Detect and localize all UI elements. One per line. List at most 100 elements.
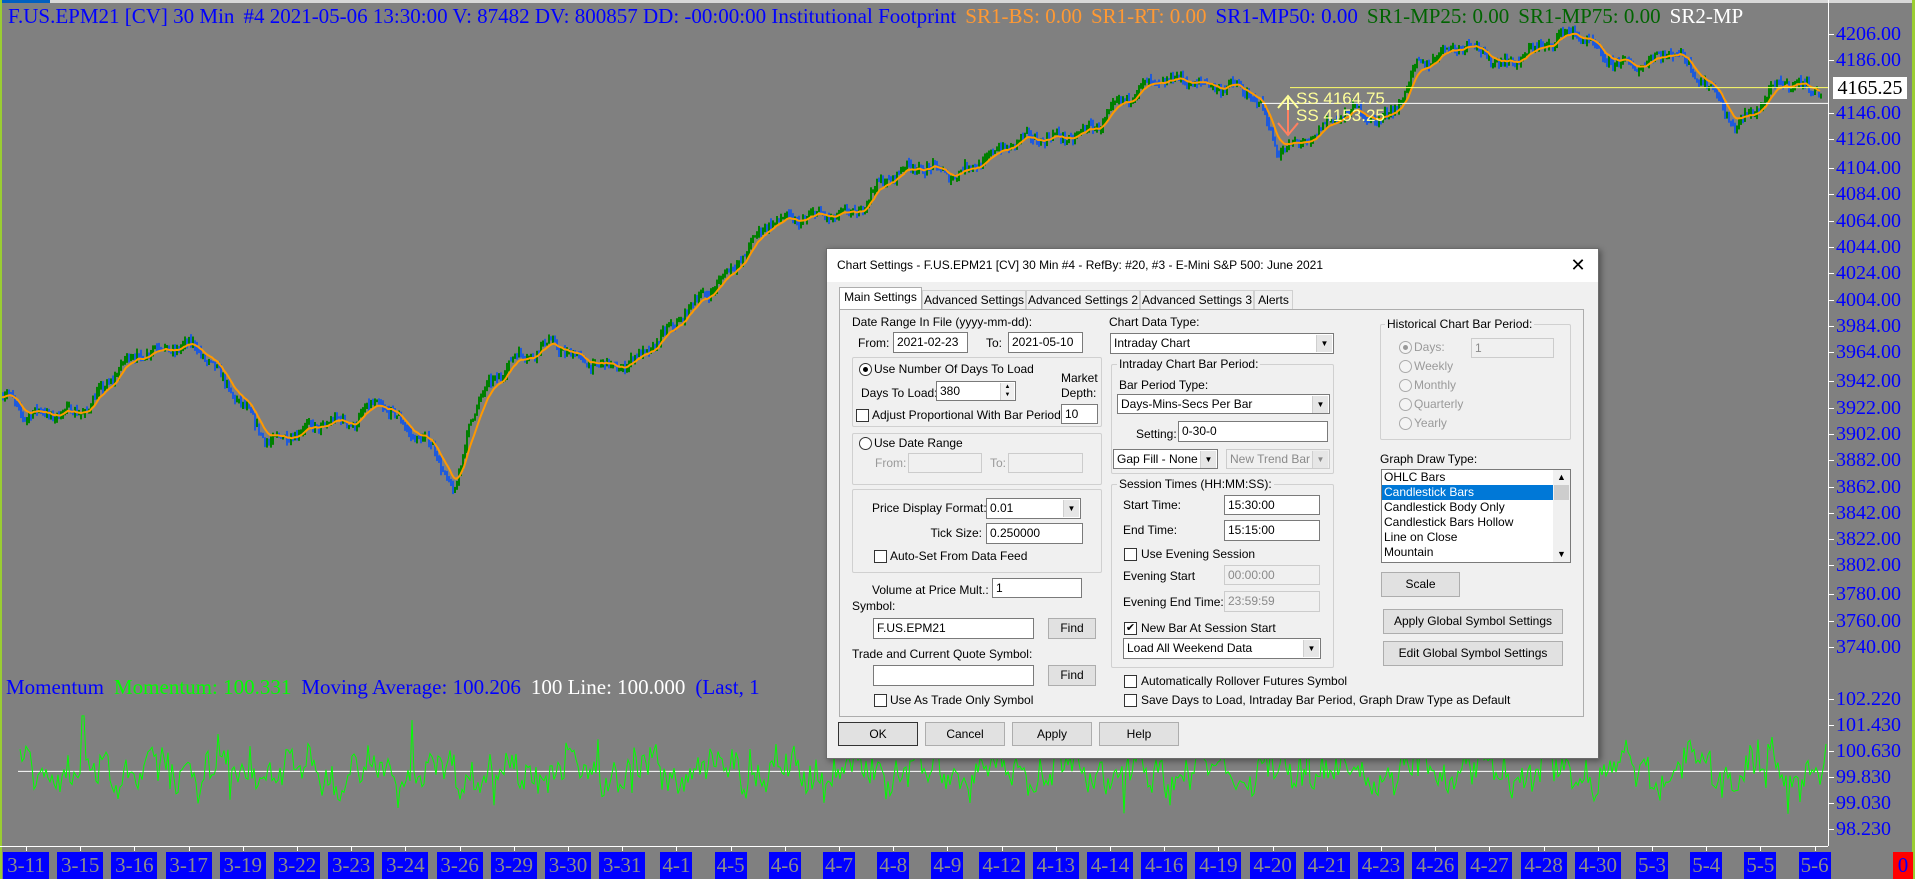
adjust-proportional-checkbox[interactable] [856,409,869,422]
evening-start-field[interactable]: 00:00:00 [1224,565,1320,585]
hist-yearly-radio[interactable] [1399,417,1412,430]
price-bar [1524,52,1526,59]
graph-draw-option[interactable]: Mountain [1382,545,1554,560]
price-bar [766,224,768,233]
tab-alerts[interactable]: Alerts [1254,290,1293,310]
find-symbol-button[interactable]: Find [1048,618,1096,639]
price-bar [1812,91,1814,96]
tick-size-field[interactable]: 0.250000 [986,523,1083,544]
date-axis-tick [1381,846,1382,851]
tab-advanced-settings-3[interactable]: Advanced Settings 3 [1140,290,1254,310]
price-bar [406,424,408,433]
date-range-to-field[interactable] [1008,453,1083,473]
tab-advanced-settings[interactable]: Advanced Settings [922,290,1026,310]
price-bar [312,419,314,433]
end-time-field[interactable]: 15:15:00 [1224,520,1320,541]
price-bar [1584,38,1586,45]
price-bar [1732,119,1734,127]
date-axis-label: 4-13 [1032,852,1079,879]
graph-draw-option[interactable]: Line on Close [1382,530,1554,545]
date-range-from-field[interactable] [908,453,982,473]
price-axis-tick [1828,565,1834,567]
setting-field[interactable]: 0-30-0 [1178,421,1328,442]
dialog-title-bar[interactable]: Chart Settings - F.US.EPM21 [CV] 30 Min … [827,249,1598,282]
weekend-data-select[interactable]: Load All Weekend Data ▼ [1123,638,1321,659]
gap-fill-select[interactable]: Gap Fill - None ▼ [1113,449,1218,469]
price-bar [706,290,708,299]
hist-days-field[interactable]: 1 [1471,338,1554,358]
scroll-up-icon[interactable]: ▲ [1553,470,1570,485]
price-format-select[interactable]: 0.01 ▼ [986,498,1081,519]
auto-rollover-checkbox[interactable] [1124,675,1137,688]
graph-draw-option[interactable]: OHLC Bars [1382,470,1554,485]
ok-button[interactable]: OK [838,722,918,746]
price-bar [640,349,642,356]
trade-only-checkbox[interactable] [874,694,887,707]
save-default-checkbox[interactable] [1124,694,1137,707]
price-bar [210,360,212,363]
price-bar [1708,85,1710,91]
help-button[interactable]: Help [1099,722,1179,746]
to-date-field[interactable]: 2021-05-10 [1008,332,1083,353]
tab-main-settings[interactable]: Main Settings [839,287,922,310]
momentum-axis-label: 100.630 [1836,739,1901,762]
price-bar [1734,122,1736,134]
cancel-button[interactable]: Cancel [925,722,1005,746]
chevron-down-icon: ▼ [1303,640,1319,657]
symbol-field[interactable]: F.US.EPM21 [873,618,1034,639]
edit-global-symbol-settings-button[interactable]: Edit Global Symbol Settings [1383,641,1563,666]
new-trend-bar-select[interactable]: New Trend Bar W ▼ [1226,449,1330,469]
price-bar [678,316,680,323]
evening-end-field[interactable]: 23:59:59 [1224,591,1320,612]
bar-period-type-select[interactable]: Days-Mins-Secs Per Bar ▼ [1117,394,1330,414]
price-bar [268,438,270,446]
hist-weekly-radio[interactable] [1399,360,1412,373]
hist-quarterly-radio[interactable] [1399,398,1412,411]
price-bar [476,404,478,416]
price-bar [480,393,482,402]
tab-advanced-settings-2[interactable]: Advanced Settings 2 [1026,290,1140,310]
start-time-field[interactable]: 15:30:00 [1224,495,1320,515]
price-bar [342,413,344,424]
listbox-scrollbar[interactable]: ▲ ▼ [1553,470,1570,562]
scroll-down-icon[interactable]: ▼ [1553,547,1570,562]
use-date-range-radio[interactable] [859,437,872,450]
graph-draw-type-listbox[interactable]: ▲ ▼ OHLC Bars Candlestick Bars Candlestick… [1381,469,1571,563]
apply-button[interactable]: Apply [1012,722,1092,746]
use-evening-session-checkbox[interactable] [1124,548,1137,561]
trade-symbol-field[interactable] [873,665,1034,686]
auto-set-checkbox[interactable] [874,550,887,563]
spinner-arrows-icon[interactable]: ▲ ▼ [1000,383,1014,400]
price-bar [1140,83,1142,89]
price-bar [1740,114,1742,125]
vap-mult-field[interactable]: 1 [992,578,1082,598]
scale-button[interactable]: Scale [1381,572,1460,597]
days-to-load-stepper[interactable]: 380 ▲ ▼ [936,381,1016,401]
price-bar [784,212,786,220]
window-tab-indicator[interactable] [0,0,50,3]
price-bar [966,161,968,170]
chart-data-type-select[interactable]: Intraday Chart ▼ [1110,333,1334,354]
graph-draw-option[interactable]: Candlestick Bars Hollow [1382,515,1554,530]
from-date-field[interactable]: 2021-02-23 [893,332,968,353]
graph-draw-option[interactable]: Candlestick Bars [1382,485,1554,500]
new-bar-session-checkbox[interactable]: ✔ [1124,622,1137,635]
current-price-label: 4165.25 [1833,76,1907,99]
price-bar [764,223,766,233]
price-bar [564,345,566,359]
date-axis-line [0,846,1828,847]
price-axis-tick [1828,647,1834,649]
use-days-radio[interactable] [859,363,872,376]
price-bar [1636,68,1638,72]
hist-days-radio[interactable] [1399,341,1412,354]
price-bar [1066,140,1068,145]
close-icon[interactable]: ✕ [1566,254,1590,276]
find-trade-symbol-button[interactable]: Find [1048,665,1096,686]
date-axis-label: 4-23 [1358,852,1404,879]
price-bar [1702,79,1704,86]
graph-draw-option[interactable]: Candlestick Body Only [1382,500,1554,515]
hist-monthly-radio[interactable] [1399,379,1412,392]
scrollbar-thumb[interactable] [1554,485,1569,500]
market-depth-field[interactable]: 10 [1061,404,1098,424]
apply-global-symbol-settings-button[interactable]: Apply Global Symbol Settings [1383,609,1563,634]
